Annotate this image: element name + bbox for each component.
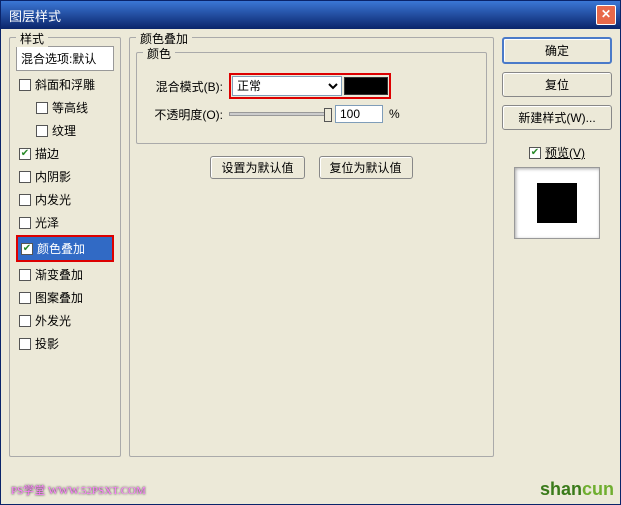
style-checkbox[interactable] [19,338,31,350]
style-checkbox[interactable] [19,79,31,91]
style-item-label: 内阴影 [35,168,71,185]
watermark-left: PS学堂 WWW.52PSXT.COM [11,482,146,498]
opacity-unit: % [389,107,400,121]
blend-mode-select[interactable]: 正常 [232,76,342,96]
ok-button[interactable]: 确定 [502,37,612,64]
style-item-label: 光泽 [35,214,59,231]
style-item-5[interactable]: 内发光 [16,188,114,211]
close-icon[interactable]: ✕ [596,5,616,25]
style-item-label: 描边 [35,145,59,162]
layer-style-dialog: 图层样式 ✕ 样式 混合选项:默认 斜面和浮雕等高线纹理描边内阴影内发光光泽颜色… [0,0,621,505]
style-item-0[interactable]: 斜面和浮雕 [16,73,114,96]
new-style-button[interactable]: 新建样式(W)... [502,105,612,130]
style-item-label: 渐变叠加 [35,266,83,283]
style-item-11[interactable]: 投影 [16,332,114,355]
opacity-input[interactable]: 100 [335,105,383,123]
style-item-label: 外发光 [35,312,71,329]
style-item-4[interactable]: 内阴影 [16,165,114,188]
style-checkbox[interactable] [19,217,31,229]
preview-box [514,167,600,239]
style-checkbox[interactable] [19,315,31,327]
style-item-10[interactable]: 外发光 [16,309,114,332]
watermark-right: shancun [540,479,614,500]
style-item-label: 颜色叠加 [37,240,85,257]
style-item-8[interactable]: 渐变叠加 [16,263,114,286]
effect-group: 颜色叠加 颜色 混合模式(B): 正常 不透明度(O): [129,37,494,457]
style-checkbox[interactable] [21,243,33,255]
reset-default-button[interactable]: 复位为默认值 [319,156,413,179]
blend-mode-label: 混合模式(B): [147,78,223,95]
style-item-label: 斜面和浮雕 [35,76,95,93]
preview-swatch [537,183,577,223]
styles-group: 样式 混合选项:默认 斜面和浮雕等高线纹理描边内阴影内发光光泽颜色叠加渐变叠加图… [9,37,121,457]
preview-checkbox[interactable] [529,147,541,159]
opacity-slider[interactable] [229,112,329,116]
blend-options-header[interactable]: 混合选项:默认 [16,46,114,71]
color-group: 颜色 混合模式(B): 正常 不透明度(O): 100 [136,52,487,144]
preview-label: 预览(V) [545,144,585,161]
opacity-label: 不透明度(O): [147,106,223,123]
style-checkbox[interactable] [19,194,31,206]
blend-mode-highlight: 正常 [229,73,391,99]
style-item-9[interactable]: 图案叠加 [16,286,114,309]
style-item-6[interactable]: 光泽 [16,211,114,234]
color-group-label: 颜色 [143,45,175,62]
style-item-3[interactable]: 描边 [16,142,114,165]
style-item-label: 等高线 [52,99,88,116]
style-item-1[interactable]: 等高线 [16,96,114,119]
style-item-2[interactable]: 纹理 [16,119,114,142]
titlebar[interactable]: 图层样式 ✕ [1,1,620,29]
style-checkbox[interactable] [19,148,31,160]
style-checkbox[interactable] [19,292,31,304]
style-checkbox[interactable] [19,269,31,281]
style-item-7[interactable]: 颜色叠加 [18,237,112,260]
style-item-label: 纹理 [52,122,76,139]
make-default-button[interactable]: 设置为默认值 [210,156,304,179]
style-item-label: 投影 [35,335,59,352]
color-swatch[interactable] [344,77,388,95]
styles-group-label: 样式 [16,30,48,47]
style-checkbox[interactable] [19,171,31,183]
cancel-button[interactable]: 复位 [502,72,612,97]
slider-thumb-icon[interactable] [324,108,332,122]
window-title: 图层样式 [9,6,61,25]
style-checkbox[interactable] [36,125,48,137]
style-item-label: 内发光 [35,191,71,208]
style-checkbox[interactable] [36,102,48,114]
style-item-label: 图案叠加 [35,289,83,306]
